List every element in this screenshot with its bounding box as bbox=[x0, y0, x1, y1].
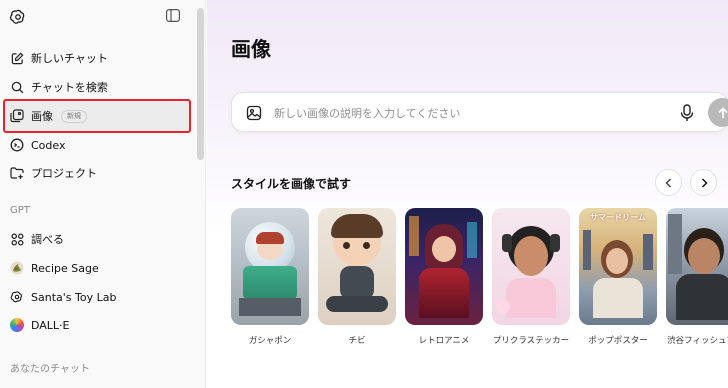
send-button[interactable] bbox=[708, 98, 728, 127]
style-thumbnail bbox=[318, 208, 396, 325]
sidebar-item-label: 新しいチャット bbox=[31, 52, 108, 65]
style-card-gashapon[interactable]: ガシャポン bbox=[231, 208, 309, 346]
sidebar-item-new-chat[interactable]: 新しいチャット bbox=[4, 44, 190, 72]
style-label: プリクラステッカー bbox=[492, 336, 570, 346]
chats-section-label: あなたのチャット bbox=[10, 364, 90, 375]
sidebar-item-label: DALL·E bbox=[31, 318, 70, 332]
carousel-next-button[interactable] bbox=[690, 169, 717, 196]
dalle-avatar bbox=[10, 318, 24, 332]
sidebar-gpt-dalle[interactable]: DALL·E bbox=[4, 311, 190, 339]
sidebar-item-search-chats[interactable]: チャットを検索 bbox=[4, 73, 190, 101]
style-thumbnail bbox=[492, 208, 570, 325]
style-card-retro-anime[interactable]: レトロアニメ bbox=[405, 208, 483, 346]
style-thumbnail: サマードリーム bbox=[579, 208, 657, 325]
image-prompt-input[interactable] bbox=[274, 102, 654, 124]
grid-icon bbox=[10, 232, 24, 246]
chevron-left-icon bbox=[664, 177, 671, 188]
style-thumbnail bbox=[405, 208, 483, 325]
styles-heading: スタイルを画像で試す bbox=[231, 177, 352, 191]
style-thumbnail bbox=[231, 208, 309, 325]
style-thumbnail bbox=[666, 208, 728, 325]
sidebar-item-label: Santa's Toy Lab bbox=[31, 290, 117, 304]
style-card-pop-poster[interactable]: サマードリーム ポップポスター bbox=[579, 208, 657, 346]
page-title: 画像 bbox=[231, 37, 271, 61]
add-image-icon[interactable] bbox=[246, 105, 262, 121]
folder-plus-icon bbox=[10, 166, 24, 180]
openai-logo-icon[interactable] bbox=[9, 8, 27, 26]
sidebar-item-images[interactable]: 画像 新規 bbox=[3, 99, 191, 133]
carousel-prev-button[interactable] bbox=[655, 169, 682, 196]
recipe-sage-avatar bbox=[10, 261, 24, 275]
sidebar-item-label: チャットを検索 bbox=[31, 81, 108, 94]
main-panel: 画像 スタイルを画像で試す bbox=[207, 0, 728, 388]
style-label: レトロアニメ bbox=[418, 336, 470, 346]
arrow-up-icon bbox=[717, 106, 728, 118]
style-card-chibi[interactable]: チビ bbox=[318, 208, 396, 346]
search-icon bbox=[10, 80, 24, 94]
style-label: チビ bbox=[348, 336, 366, 346]
chevron-right-icon bbox=[701, 177, 708, 188]
poster-title-text: サマードリーム bbox=[590, 213, 646, 222]
sidebar-header bbox=[0, 0, 206, 34]
sidebar-gpt-santas-toy-lab[interactable]: Santa's Toy Lab bbox=[4, 283, 190, 311]
image-prompt-composer bbox=[231, 92, 728, 132]
sidebar: 新しいチャット チャットを検索 画像 新規 Codex プロジェクト GPT 調… bbox=[0, 0, 206, 388]
sidebar-item-label: 調べる bbox=[31, 233, 64, 246]
openai-logo-icon bbox=[10, 290, 24, 304]
style-card-shibuya-fisheye[interactable]: 渋谷フィッシュアイ bbox=[666, 208, 728, 346]
codex-icon bbox=[10, 138, 24, 152]
gpt-section-label: GPT bbox=[10, 205, 30, 216]
images-icon bbox=[10, 109, 24, 123]
style-card-purikura-sticker[interactable]: プリクラステッカー bbox=[492, 208, 570, 346]
style-label: 渋谷フィッシュアイ bbox=[667, 336, 728, 346]
sidebar-gpt-explore[interactable]: 調べる bbox=[4, 225, 190, 253]
sidebar-gpt-recipe-sage[interactable]: Recipe Sage bbox=[4, 254, 190, 282]
microphone-icon[interactable] bbox=[679, 104, 695, 122]
sidebar-toggle-icon[interactable] bbox=[166, 9, 180, 22]
sidebar-item-label: 画像 bbox=[31, 110, 53, 123]
sidebar-scrollbar[interactable] bbox=[197, 8, 204, 160]
sidebar-item-label: Recipe Sage bbox=[31, 261, 99, 275]
style-label: ポップポスター bbox=[588, 336, 648, 346]
new-badge: 新規 bbox=[61, 109, 87, 123]
new-chat-icon bbox=[10, 51, 24, 65]
sidebar-item-codex[interactable]: Codex bbox=[4, 131, 190, 159]
style-label: ガシャポン bbox=[248, 336, 292, 346]
sidebar-item-label: Codex bbox=[31, 138, 66, 152]
sidebar-item-label: プロジェクト bbox=[31, 167, 97, 180]
sidebar-item-projects[interactable]: プロジェクト bbox=[4, 159, 190, 187]
